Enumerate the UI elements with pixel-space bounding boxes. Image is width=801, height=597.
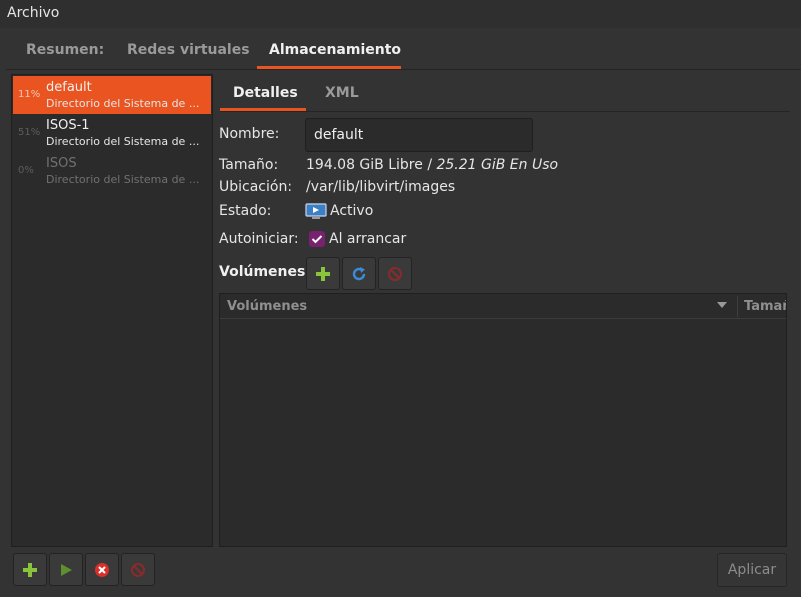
refresh-volumes-button[interactable] (342, 257, 376, 290)
monitor-icon (305, 203, 327, 219)
tab-almacenamiento[interactable]: Almacenamiento (269, 42, 401, 58)
tab-detalles[interactable]: Detalles (233, 85, 298, 101)
size-free: 194.08 GiB Libre / (306, 157, 437, 173)
cancel-icon (95, 563, 109, 577)
pool-usage-percent: 51% (18, 127, 41, 138)
pool-description: Directorio del Sistema de ... (46, 97, 200, 110)
autostart-value: Al arrancar (329, 231, 407, 247)
column-header-size[interactable]: Tamaño (744, 299, 786, 314)
stop-icon (131, 563, 145, 577)
state-value: Activo (330, 203, 374, 219)
tab-resumen[interactable]: Resumen: (26, 42, 104, 58)
sort-down-icon[interactable] (717, 301, 727, 309)
refresh-icon (352, 267, 366, 281)
column-separator (737, 296, 738, 317)
tab-xml[interactable]: XML (325, 85, 359, 101)
volumes-table-header: Volúmenes Tamaño (220, 294, 786, 319)
menu-bar: Archivo (0, 0, 801, 28)
add-volume-button[interactable] (306, 257, 340, 290)
name-label: Nombre: (219, 126, 280, 142)
play-icon (61, 564, 72, 576)
delete-volume-button[interactable] (378, 257, 412, 290)
active-subtab-indicator (220, 108, 306, 111)
pool-item-isos[interactable]: 0% ISOS Directorio del Sistema de ... (13, 152, 211, 190)
pool-name: default (46, 80, 92, 95)
volumes-title: Volúmenes (219, 264, 306, 280)
main-tabs: Resumen: Redes virtuales Almacenamiento (6, 34, 801, 70)
column-header-volumes[interactable]: Volúmenes (227, 299, 307, 314)
location-label: Ubicación: (219, 179, 293, 195)
check-icon (311, 235, 323, 244)
stop-icon (388, 267, 402, 281)
name-field[interactable] (305, 118, 533, 152)
pool-item-default[interactable]: 11% default Directorio del Sistema de ..… (13, 76, 211, 114)
autostart-label: Autoiniciar: (219, 231, 299, 247)
add-pool-button[interactable] (13, 553, 47, 586)
storage-pool-list[interactable]: 11% default Directorio del Sistema de ..… (11, 74, 213, 547)
autostart-checkbox[interactable] (309, 231, 325, 247)
pool-usage-percent: 0% (18, 165, 34, 176)
pool-item-isos-1[interactable]: 51% ISOS-1 Directorio del Sistema de ... (13, 114, 211, 152)
apply-button[interactable]: Aplicar (717, 553, 787, 587)
start-pool-button[interactable] (49, 553, 83, 586)
size-label: Tamaño: (219, 157, 279, 173)
menu-archivo[interactable]: Archivo (7, 5, 59, 21)
pool-name: ISOS (46, 156, 77, 171)
size-value: 194.08 GiB Libre / 25.21 GiB En Uso (306, 157, 558, 173)
pool-description: Directorio del Sistema de ... (46, 173, 200, 186)
detail-tabs: Detalles XML (220, 74, 790, 112)
state-label: Estado: (219, 203, 272, 219)
pool-name: ISOS-1 (46, 118, 90, 133)
add-icon (23, 563, 37, 577)
pool-description: Directorio del Sistema de ... (46, 135, 200, 148)
active-tab-indicator (257, 66, 401, 69)
add-icon (316, 267, 330, 281)
stop-pool-button[interactable] (85, 553, 119, 586)
tab-redes-virtuales[interactable]: Redes virtuales (127, 42, 250, 58)
location-value: /var/lib/libvirt/images (306, 179, 456, 195)
volumes-table[interactable]: Volúmenes Tamaño (219, 293, 787, 547)
delete-pool-button[interactable] (121, 553, 155, 586)
size-used: 25.21 GiB En Uso (436, 157, 559, 173)
pool-usage-percent: 11% (18, 89, 41, 100)
